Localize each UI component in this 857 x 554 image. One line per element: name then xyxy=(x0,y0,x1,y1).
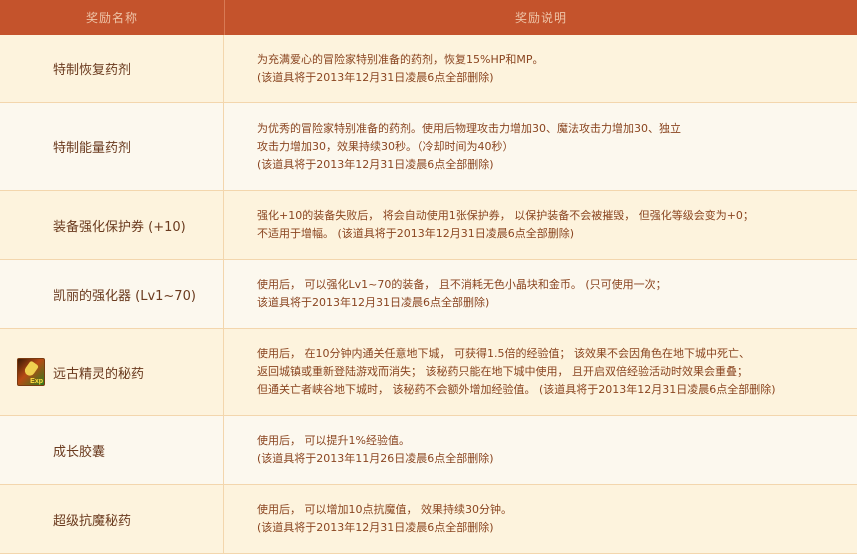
description-line: (该道具将于2013年12月31日凌晨6点全部删除) xyxy=(257,157,494,171)
description-line: 为充满爱心的冒险家特别准备的药剂，恢复15%HP和MP。 xyxy=(257,52,544,66)
reward-description-cell: 为优秀的冒险家特别准备的药剂。使用后物理攻击力增加30、魔法攻击力增加30、独立… xyxy=(224,103,857,190)
reward-name-cell: Exp 远古精灵的秘药 xyxy=(0,329,224,415)
table-row: 超级抗魔秘药 使用后， 可以增加10点抗魔值， 效果持续30分钟。 (该道具将于20… xyxy=(0,485,857,554)
reward-description-cell: 强化+10的装备失败后， 将会自动使用1张保护券， 以保护装备不会被摧毁， 但强… xyxy=(224,191,857,259)
reward-name-cell: 凯丽的强化器 (Lv1~70) xyxy=(0,260,224,328)
description-line: (该道具将于2013年12月31日凌晨6点全部删除) xyxy=(257,70,494,84)
description-line: 强化+10的装备失败后， 将会自动使用1张保护券， 以保护装备不会被摧毁， 但强… xyxy=(257,209,754,222)
description-line: 返回城镇或重新登陆游戏而消失； 该秘药只能在地下城中使用， 且开启双倍经验活动时… xyxy=(257,365,748,378)
reward-name-cell: 成长胶囊 xyxy=(0,416,224,484)
description-line: 使用后， 可以强化Lv1~70的装备， 且不消耗无色小晶块和金币。 (只可使用一… xyxy=(257,278,667,291)
table-row: 特制能量药剂 为优秀的冒险家特别准备的药剂。使用后物理攻击力增加30、魔法攻击力增… xyxy=(0,103,857,191)
reward-name: 超级抗魔秘药 xyxy=(53,513,132,529)
reward-name: 特制恢复药剂 xyxy=(53,63,132,78)
description-line: 使用后， 可以增加10点抗魔值， 效果持续30分钟。 xyxy=(257,503,512,516)
table-body: 特制恢复药剂 为充满爱心的冒险家特别准备的药剂，恢复15%HP和MP。 (该道具将于… xyxy=(0,35,857,554)
header-reward-name: 奖励名称 xyxy=(0,0,225,35)
reward-description-cell: 使用后， 在10分钟内通关任意地下城， 可获得1.5倍的经验值； 该效果不会因角… xyxy=(224,329,857,415)
exp-label: Exp xyxy=(30,378,43,385)
table-row: 特制恢复药剂 为充满爱心的冒险家特别准备的药剂，恢复15%HP和MP。 (该道具将于… xyxy=(0,35,857,103)
description-line: 该道具将于2013年12月31日凌晨6点全部删除) xyxy=(257,296,490,309)
reward-name-cell: 特制能量药剂 xyxy=(0,103,224,190)
description-line: (该道具将于2013年12月31日凌晨6点全部删除) xyxy=(257,521,494,534)
description-line: (该道具将于2013年11月26日凌晨6点全部删除) xyxy=(257,452,494,465)
reward-name-cell: 超级抗魔秘药 xyxy=(0,485,224,553)
reward-description-cell: 为充满爱心的冒险家特别准备的药剂，恢复15%HP和MP。 (该道具将于2013年1… xyxy=(224,35,857,102)
exp-potion-icon: Exp xyxy=(17,358,45,386)
flask-shape xyxy=(22,360,40,378)
table-header: 奖励名称 奖励说明 xyxy=(0,0,857,35)
table-row: Exp 远古精灵的秘药 使用后， 在10分钟内通关任意地下城， 可获得1.5倍的经验… xyxy=(0,329,857,416)
reward-name: 成长胶囊 xyxy=(53,444,106,460)
description-line: 但通关亡者峡谷地下城时， 该秘药不会额外增加经验值。 (该道具将于2013年12… xyxy=(257,383,776,396)
description-line: 使用后， 在10分钟内通关任意地下城， 可获得1.5倍的经验值； 该效果不会因角… xyxy=(257,347,750,360)
reward-name: 装备强化保护券 (+10) xyxy=(53,219,186,235)
table-row: 成长胶囊 使用后， 可以提升1%经验值。 (该道具将于2013年11月26日凌晨6点… xyxy=(0,416,857,485)
description-line: 为优秀的冒险家特别准备的药剂。使用后物理攻击力增加30、魔法攻击力增加30、独立 xyxy=(257,121,681,135)
reward-description-cell: 使用后， 可以强化Lv1~70的装备， 且不消耗无色小晶块和金币。 (只可使用一… xyxy=(224,260,857,328)
description-line: 不适用于增幅。 (该道具将于2013年12月31日凌晨6点全部删除) xyxy=(257,227,575,240)
reward-name: 远古精灵的秘药 xyxy=(53,366,145,382)
table-row: 凯丽的强化器 (Lv1~70) 使用后， 可以强化Lv1~70的装备， 且不消耗无… xyxy=(0,260,857,329)
reward-name: 凯丽的强化器 (Lv1~70) xyxy=(53,288,196,304)
header-reward-description: 奖励说明 xyxy=(514,11,567,25)
description-line: 攻击力增加30，效果持续30秒。（冷却时间为40秒） xyxy=(257,139,514,153)
table-row: 装备强化保护券 (+10) 强化+10的装备失败后， 将会自动使用1张保护券， 以… xyxy=(0,191,857,260)
reward-name-cell: 特制恢复药剂 xyxy=(0,35,224,102)
reward-description-cell: 使用后， 可以增加10点抗魔值， 效果持续30分钟。 (该道具将于2013年12月… xyxy=(224,485,857,553)
reward-name: 特制能量药剂 xyxy=(53,141,132,156)
description-line: 使用后， 可以提升1%经验值。 xyxy=(257,434,410,447)
reward-table: 奖励名称 奖励说明 特制恢复药剂 为充满爱心的冒险家特别准备的药剂，恢复15%HP… xyxy=(0,0,857,554)
reward-name-cell: 装备强化保护券 (+10) xyxy=(0,191,224,259)
reward-description-cell: 使用后， 可以提升1%经验值。 (该道具将于2013年11月26日凌晨6点全部删除… xyxy=(224,416,857,484)
